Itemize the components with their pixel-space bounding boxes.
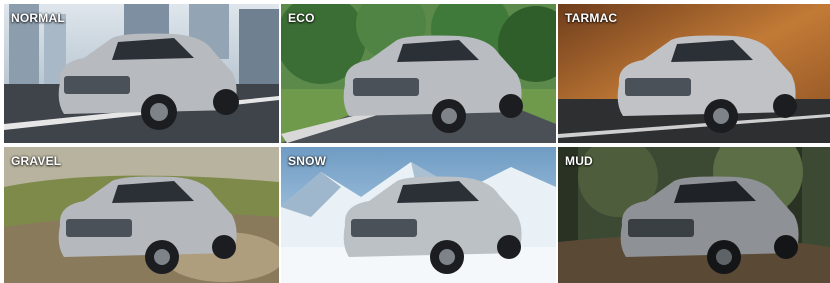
drive-mode-tile-tarmac[interactable]: TARMAC — [558, 4, 830, 143]
drive-mode-tile-gravel[interactable]: GRAVEL — [4, 147, 279, 283]
drive-mode-label: MUD — [565, 154, 593, 168]
drive-mode-tile-normal[interactable]: NORMAL — [4, 4, 279, 143]
mud-mode-image — [558, 147, 830, 283]
drive-mode-tile-mud[interactable]: MUD — [558, 147, 830, 283]
drive-mode-label: ECO — [288, 11, 315, 25]
drive-mode-tile-eco[interactable]: ECO — [281, 4, 556, 143]
drive-mode-label: SNOW — [288, 154, 327, 168]
drive-mode-label: NORMAL — [11, 11, 65, 25]
drive-mode-tile-snow[interactable]: SNOW — [281, 147, 556, 283]
eco-mode-image — [281, 4, 556, 143]
drive-mode-label: TARMAC — [565, 11, 618, 25]
drive-mode-label: GRAVEL — [11, 154, 62, 168]
drive-mode-grid: NORMAL ECO TARMAC GRAVEL SNOW MUD — [4, 4, 830, 283]
